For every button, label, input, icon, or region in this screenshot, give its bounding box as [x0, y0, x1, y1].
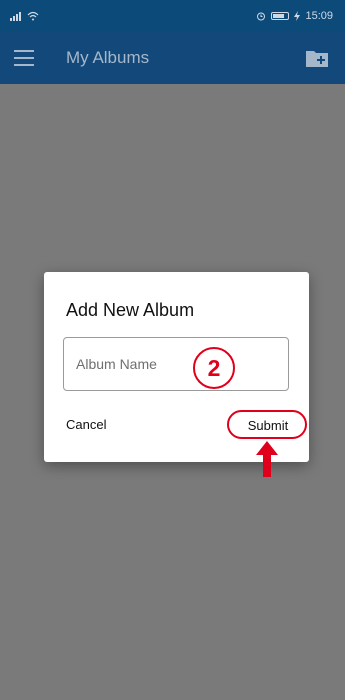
step-number-badge: 2: [193, 347, 235, 389]
status-time: 15:09: [305, 10, 333, 22]
menu-button[interactable]: [14, 49, 34, 67]
app-bar: My Albums: [0, 32, 345, 84]
status-bar: 15:09: [0, 0, 345, 32]
add-album-dialog: Add New Album Cancel Submit: [44, 272, 309, 462]
album-name-field: [63, 337, 289, 391]
page-title: My Albums: [66, 48, 150, 67]
status-left: [10, 11, 39, 21]
charging-icon: [294, 11, 301, 21]
album-name-input[interactable]: [64, 338, 288, 390]
hamburger-icon: [14, 50, 34, 52]
dialog-title: Add New Album: [66, 300, 195, 320]
cancel-button[interactable]: Cancel: [66, 417, 106, 432]
battery-icon: [271, 12, 290, 20]
add-folder-icon[interactable]: [305, 48, 329, 68]
wifi-icon: [27, 11, 39, 21]
alarm-icon: [257, 12, 266, 21]
submit-button[interactable]: Submit: [229, 413, 307, 438]
status-right: 15:09: [256, 10, 333, 22]
up-arrow-icon: [256, 441, 278, 477]
signal-icon: [10, 11, 21, 21]
